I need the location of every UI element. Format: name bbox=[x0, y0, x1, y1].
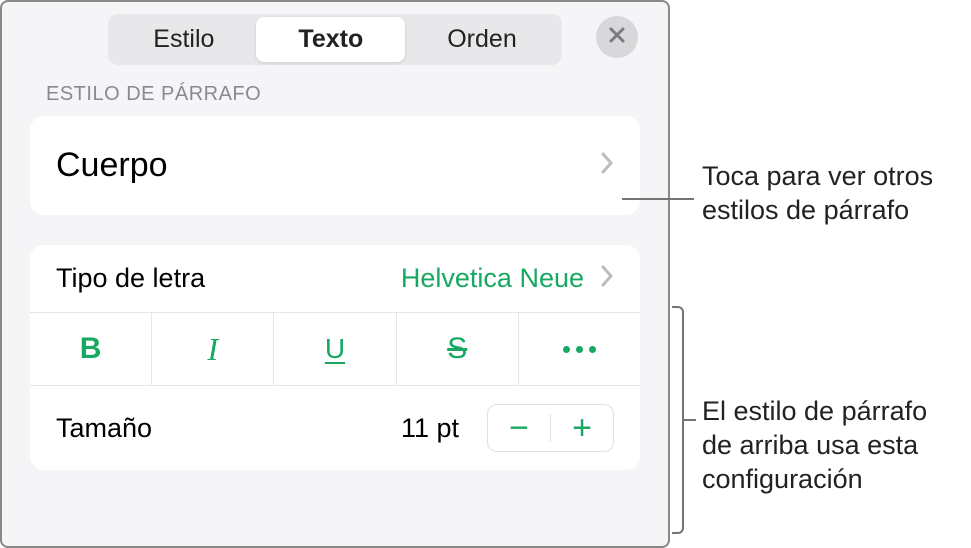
font-settings-card: Tipo de letra Helvetica Neue B I U S bbox=[30, 245, 640, 470]
size-value: 11 pt bbox=[401, 413, 459, 444]
callout-config: El estilo de párrafo de arriba usa esta … bbox=[702, 395, 927, 496]
italic-button[interactable]: I bbox=[152, 313, 274, 385]
paragraph-style-name: Cuerpo bbox=[56, 146, 168, 185]
section-label-paragraph-style: ESTILO DE PÁRRAFO bbox=[2, 83, 668, 116]
italic-icon: I bbox=[207, 331, 218, 368]
bold-button[interactable]: B bbox=[30, 313, 152, 385]
text-style-button-row: B I U S bbox=[30, 313, 640, 386]
tab-text[interactable]: Texto bbox=[256, 17, 405, 62]
tab-segmented-control: Estilo Texto Orden bbox=[108, 14, 561, 65]
chevron-right-icon bbox=[600, 151, 614, 180]
callout-paragraph-styles: Toca para ver otros estilos de párrafo bbox=[702, 160, 933, 228]
format-panel: Estilo Texto Orden ESTILO DE PÁRRAFO Cue… bbox=[0, 0, 670, 548]
more-button[interactable] bbox=[519, 313, 640, 385]
size-stepper: − + bbox=[487, 404, 614, 452]
size-label: Tamaño bbox=[56, 413, 401, 444]
close-icon bbox=[608, 26, 626, 49]
size-increase-button[interactable]: + bbox=[551, 405, 613, 451]
tab-style[interactable]: Estilo bbox=[111, 17, 256, 62]
paragraph-style-row[interactable]: Cuerpo bbox=[30, 116, 640, 215]
callout-bracket bbox=[672, 306, 684, 534]
bold-icon: B bbox=[80, 332, 102, 366]
underline-button[interactable]: U bbox=[274, 313, 396, 385]
more-icon bbox=[563, 346, 596, 353]
callout-leader bbox=[684, 419, 696, 421]
font-label: Tipo de letra bbox=[56, 263, 205, 294]
chevron-right-icon bbox=[600, 264, 614, 293]
font-value: Helvetica Neue bbox=[401, 263, 584, 294]
callout-leader bbox=[622, 198, 694, 200]
paragraph-style-card: Cuerpo bbox=[30, 116, 640, 215]
underline-icon: U bbox=[325, 333, 345, 365]
strikethrough-button[interactable]: S bbox=[397, 313, 519, 385]
panel-header: Estilo Texto Orden bbox=[2, 14, 668, 83]
close-button[interactable] bbox=[596, 16, 638, 58]
size-row: Tamaño 11 pt − + bbox=[30, 386, 640, 470]
strikethrough-icon: S bbox=[447, 332, 467, 366]
plus-icon: + bbox=[572, 409, 592, 448]
tab-order[interactable]: Orden bbox=[405, 17, 558, 62]
minus-icon: − bbox=[509, 409, 529, 448]
size-decrease-button[interactable]: − bbox=[488, 405, 550, 451]
font-row[interactable]: Tipo de letra Helvetica Neue bbox=[30, 245, 640, 313]
